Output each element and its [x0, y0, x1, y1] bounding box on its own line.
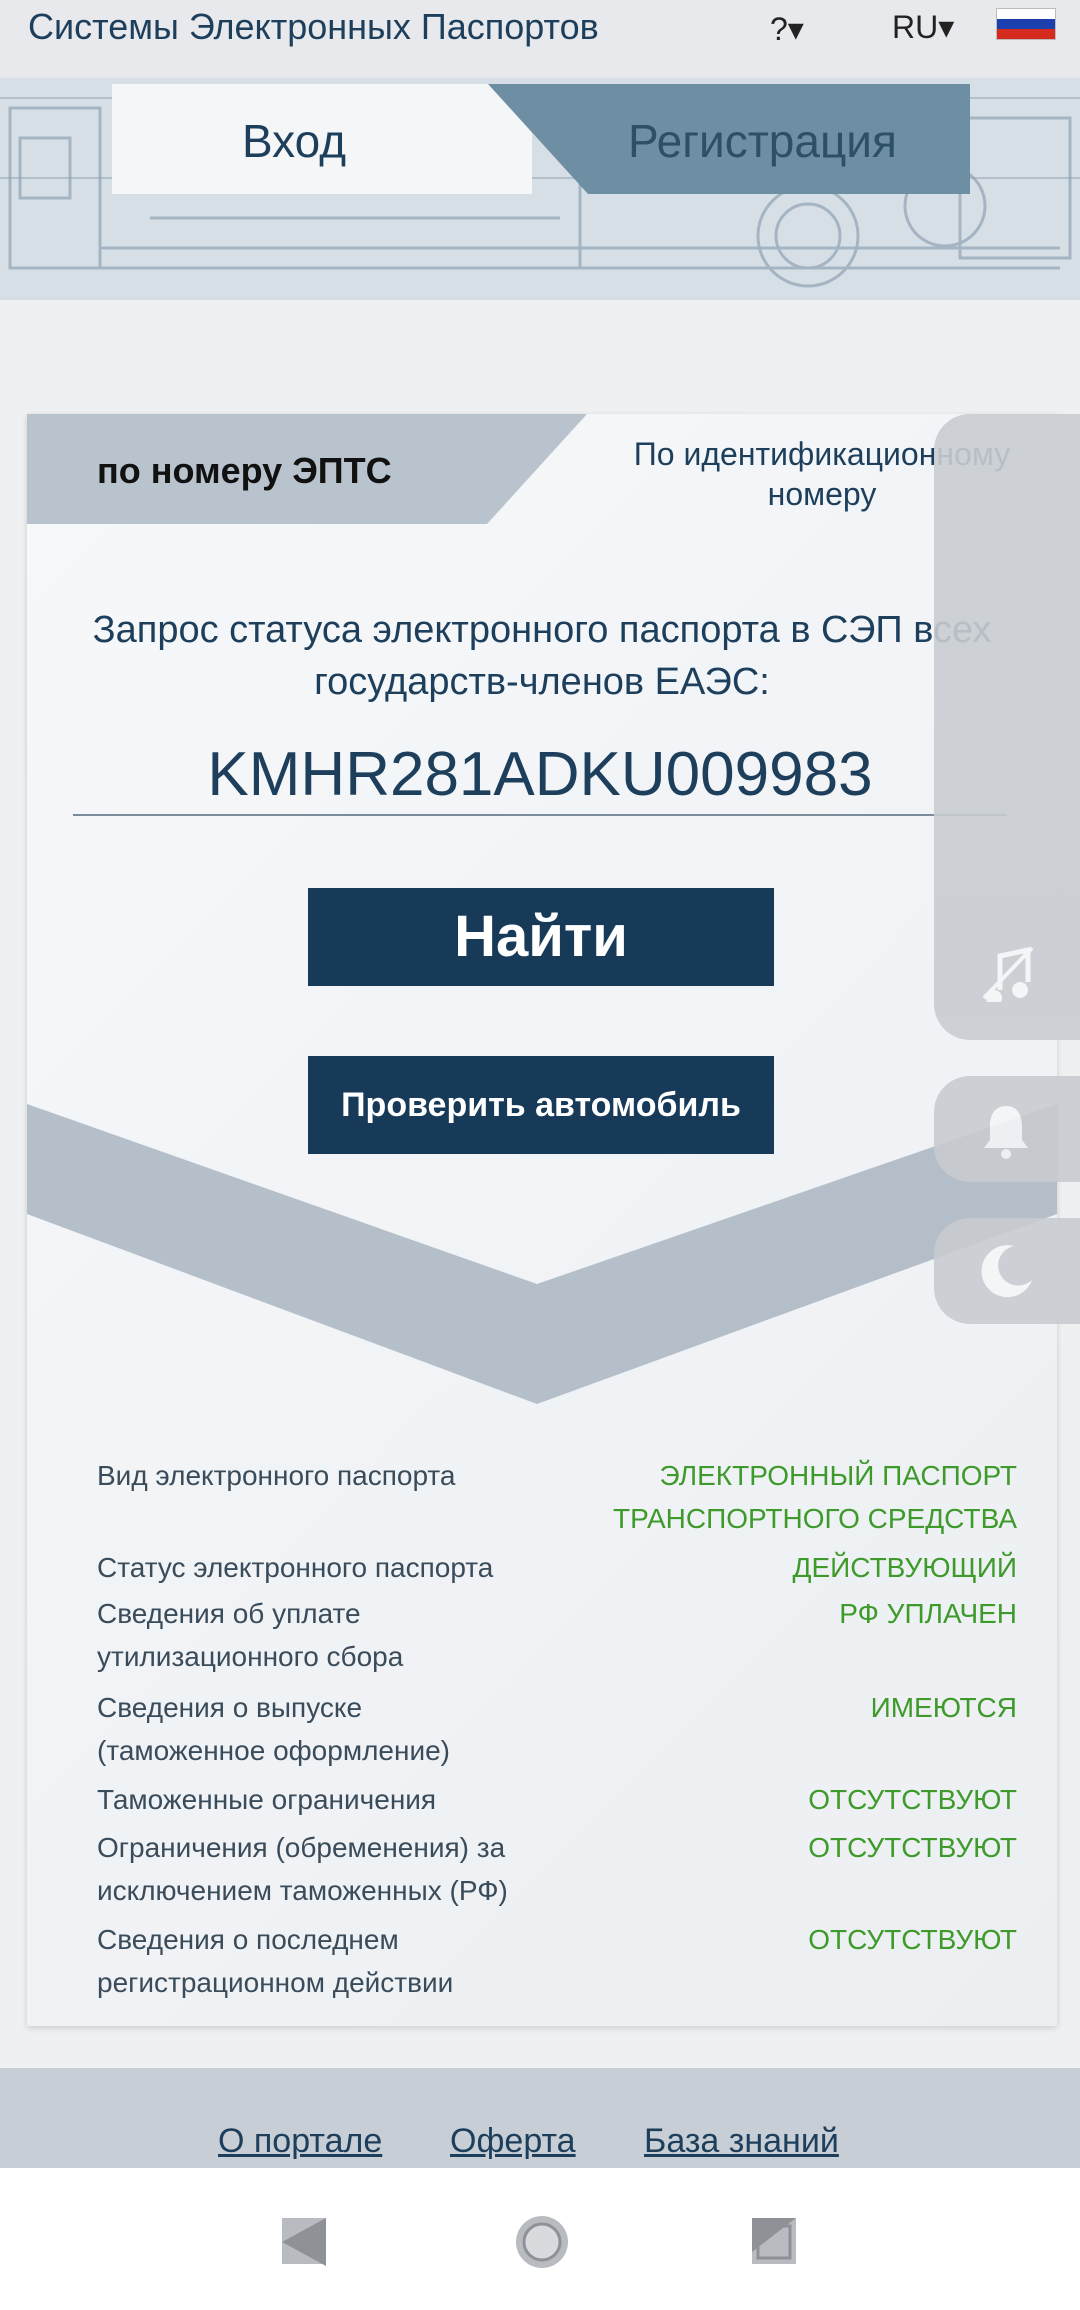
tab-register-label: Регистрация	[628, 115, 897, 167]
result-label: Ограничения (обременения) за исключением…	[97, 1832, 508, 1906]
result-label: Вид электронного паспорта	[97, 1460, 456, 1491]
result-row: Сведения об уплате утилизационного сбора…	[97, 1592, 1017, 1686]
result-value: ОТСУТСТВУЮТ	[808, 1924, 1017, 1955]
auth-banner: Вход Регистрация	[0, 78, 1080, 300]
subtab-by-number[interactable]: по номеру ЭПТС	[97, 450, 392, 492]
result-label: Сведения о выпуске (таможенное оформлени…	[97, 1692, 450, 1766]
tab-login[interactable]: Вход	[112, 84, 532, 194]
result-value: ОТСУТСТВУЮТ	[808, 1832, 1017, 1863]
flag-stripe-blue	[997, 18, 1055, 29]
result-row: Вид электронного паспорта ЭЛЕКТРОННЫЙ ПА…	[97, 1454, 1017, 1546]
check-car-button[interactable]: Проверить автомобиль	[308, 1056, 774, 1154]
footer-link-about[interactable]: О портале	[218, 2122, 382, 2161]
flag-stripe-red	[997, 28, 1055, 39]
result-row: Ограничения (обременения) за исключением…	[97, 1826, 1017, 1918]
tab-register[interactable]: Регистрация	[488, 84, 970, 194]
result-label: Статус электронного паспорта	[97, 1552, 494, 1583]
result-label: Сведения об уплате утилизационного сбора	[97, 1598, 404, 1672]
footer-link-offer[interactable]: Оферта	[450, 2122, 576, 2161]
music-off-icon	[982, 946, 1034, 1002]
footer-link-knowledge-base[interactable]: База знаний	[644, 2122, 839, 2161]
bell-icon	[984, 1106, 1028, 1159]
result-row: Таможенные ограничения ОТСУТСТВУЮТ	[97, 1778, 1017, 1826]
tab-login-label: Вход	[242, 115, 347, 167]
flag-stripe-white	[997, 9, 1055, 19]
back-icon[interactable]	[276, 2212, 336, 2272]
result-label: Таможенные ограничения	[97, 1784, 437, 1815]
result-value: ОТСУТСТВУЮТ	[808, 1784, 1017, 1815]
query-description: Запрос статуса электронного паспорта в С…	[92, 609, 992, 703]
result-value: ДЕЙСТВУЮЩИЙ	[792, 1552, 1017, 1583]
system-nav-bar	[0, 2168, 1080, 2310]
recent-apps-icon[interactable]	[746, 2212, 806, 2272]
home-icon[interactable]	[512, 2212, 572, 2272]
result-value: РФ УПЛАЧЕН	[839, 1598, 1017, 1629]
find-button[interactable]: Найти	[308, 888, 774, 986]
vin-input[interactable]	[73, 734, 1007, 816]
russia-flag-icon[interactable]	[996, 8, 1056, 40]
top-bar: Системы Электронных Паспортов ?▾ RU▾	[0, 0, 1080, 78]
result-row: Статус электронного паспорта ДЕЙСТВУЮЩИЙ	[97, 1546, 1017, 1592]
result-label: Сведения о последнем регистрационном дей…	[97, 1924, 454, 1998]
footer: О портале Оферта База знаний	[0, 2068, 1080, 2168]
moon-icon	[981, 1245, 1032, 1298]
result-value: ЭЛЕКТРОННЫЙ ПАСПОРТ ТРАНСПОРТНОГО СРЕДСТ…	[613, 1460, 1017, 1534]
result-row: Сведения о выпуске (таможенное оформлени…	[97, 1686, 1017, 1778]
language-selector[interactable]: RU▾	[892, 8, 954, 46]
side-night-mode-button[interactable]	[934, 1218, 1080, 1324]
results-list: Вид электронного паспорта ЭЛЕКТРОННЫЙ ПА…	[97, 1454, 1017, 2010]
side-panel-music[interactable]	[934, 414, 1080, 1040]
result-row: Сведения о последнем регистрационном дей…	[97, 1918, 1017, 2010]
passport-status-card: по номеру ЭПТС По идентификационному ном…	[27, 414, 1057, 2026]
side-notifications-button[interactable]	[934, 1076, 1080, 1182]
help-menu-button[interactable]: ?▾	[770, 10, 804, 48]
result-value: ИМЕЮТСЯ	[870, 1692, 1017, 1723]
site-title[interactable]: Системы Электронных Паспортов	[28, 6, 599, 48]
